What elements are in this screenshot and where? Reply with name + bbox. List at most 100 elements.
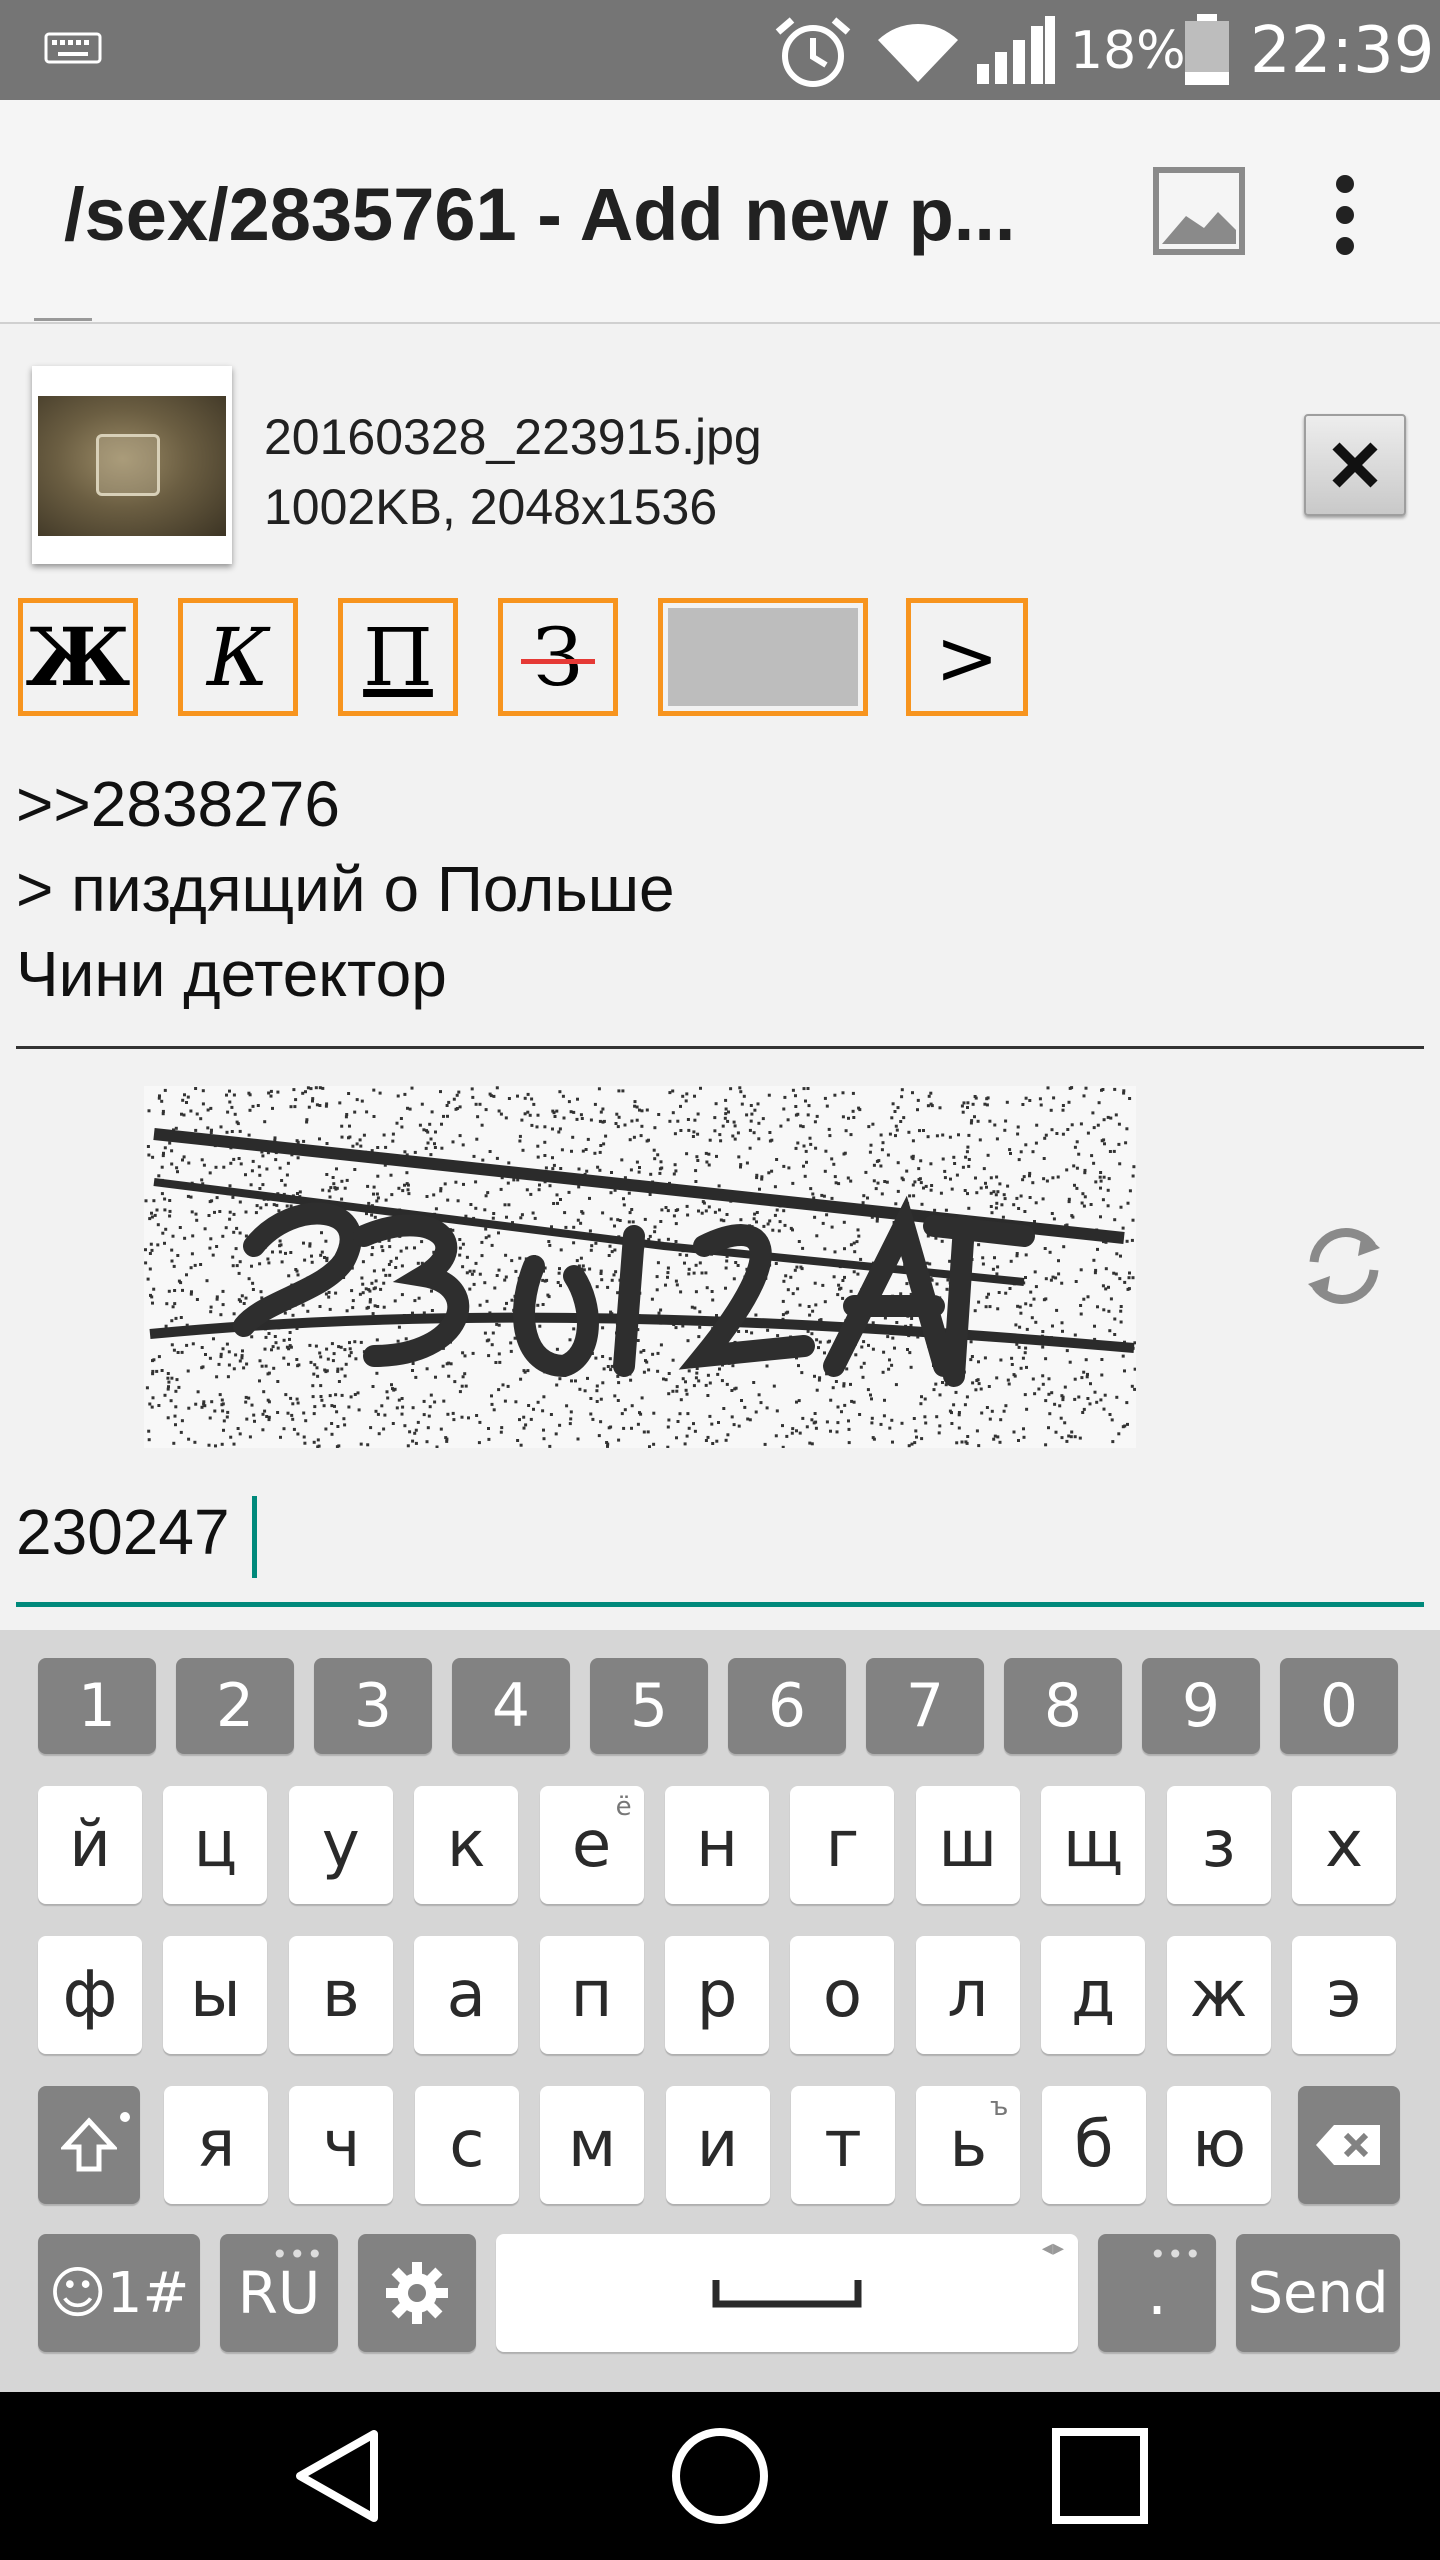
number-key[interactable]: 6 <box>728 1658 846 1754</box>
key-label: 9 <box>1181 1671 1221 1741</box>
number-key[interactable]: 4 <box>452 1658 570 1754</box>
letter-key[interactable]: в <box>288 1936 393 2054</box>
letter-key[interactable]: н <box>665 1786 769 1904</box>
number-key[interactable]: 5 <box>590 1658 708 1754</box>
italic-label: К <box>207 610 269 704</box>
letter-key[interactable]: р <box>665 1936 769 2054</box>
key-label: м <box>568 2108 617 2182</box>
back-icon[interactable] <box>282 2426 402 2526</box>
number-key[interactable]: 0 <box>1280 1658 1398 1754</box>
number-key[interactable]: 3 <box>314 1658 432 1754</box>
italic-button[interactable]: К <box>178 598 298 716</box>
letter-key[interactable]: ъь <box>916 2086 1021 2204</box>
letter-key[interactable]: о <box>790 1936 895 2054</box>
captcha-input-value: 230247 <box>16 1496 230 1568</box>
more-vert-icon[interactable] <box>1320 170 1370 260</box>
language-key[interactable]: ••• RU <box>220 2234 338 2352</box>
key-label: о <box>822 1958 862 2032</box>
letter-key[interactable]: к <box>414 1786 519 1904</box>
shift-key[interactable] <box>38 2086 140 2204</box>
backspace-key[interactable] <box>1298 2086 1400 2204</box>
send-label: Send <box>1247 2260 1389 2326</box>
letter-key[interactable]: ж <box>1166 1936 1271 2054</box>
captcha-image[interactable] <box>144 1086 1136 1448</box>
key-label: у <box>321 1808 360 1882</box>
letter-key[interactable]: д <box>1041 1936 1146 2054</box>
key-label: 8 <box>1043 1671 1083 1741</box>
letter-key[interactable]: а <box>414 1936 519 2054</box>
symbols-label: ☺1# <box>48 2260 190 2326</box>
letter-key[interactable]: м <box>540 2086 645 2204</box>
letter-key[interactable]: э <box>1292 1936 1396 2054</box>
letter-key[interactable]: ц <box>163 1786 268 1904</box>
key-label: г <box>825 1808 860 1882</box>
refresh-captcha-icon[interactable] <box>1296 1218 1392 1314</box>
number-key[interactable]: 1 <box>38 1658 156 1754</box>
key-label: 4 <box>491 1671 531 1741</box>
comment-field[interactable]: >>2838276 > пиздящий о Польше Чини детек… <box>16 762 1424 1017</box>
recents-icon[interactable] <box>1040 2426 1160 2526</box>
key-label: д <box>1071 1958 1116 2032</box>
signal-icon <box>977 16 1055 84</box>
letter-key[interactable]: ш <box>915 1786 1020 1904</box>
number-key[interactable]: 8 <box>1004 1658 1122 1754</box>
number-key[interactable]: 2 <box>176 1658 294 1754</box>
letter-key[interactable]: ёе <box>539 1786 644 1904</box>
spoiler-button[interactable] <box>658 598 868 716</box>
app-bar: /sex/2835761 - Add new p... <box>0 100 1440 324</box>
attachment-thumbnail[interactable] <box>32 366 232 564</box>
captcha-picture <box>144 1086 1136 1448</box>
key-label: 3 <box>353 1671 393 1741</box>
clock: 22:39 <box>1250 14 1435 88</box>
gear-icon <box>386 2262 448 2324</box>
letter-key[interactable]: й <box>38 1786 142 1904</box>
space-arrows: ◂▸ <box>1041 2236 1064 2261</box>
attachment-file-name: 20160328_223915.jpg <box>264 409 762 465</box>
thumbnail-image <box>38 396 226 536</box>
letter-key[interactable]: ф <box>38 1936 142 2054</box>
key-label: ы <box>190 1958 241 2032</box>
letter-key[interactable]: б <box>1041 2086 1146 2204</box>
key-label: ч <box>322 2108 361 2182</box>
letter-key[interactable]: ч <box>289 2086 394 2204</box>
captcha-input[interactable]: 230247 <box>16 1488 1424 1610</box>
key-label: 1 <box>77 1671 117 1741</box>
number-key[interactable]: 9 <box>1142 1658 1260 1754</box>
letter-key[interactable]: п <box>539 1936 644 2054</box>
strikethrough-button[interactable]: З <box>498 598 618 716</box>
image-icon[interactable] <box>1152 166 1246 256</box>
symbols-key[interactable]: ☺1# <box>38 2234 200 2352</box>
letter-key[interactable]: т <box>791 2086 895 2204</box>
letter-key[interactable]: ю <box>1167 2086 1272 2204</box>
bold-button[interactable]: Ж <box>18 598 138 716</box>
letter-key[interactable]: я <box>164 2086 268 2204</box>
key-label: й <box>69 1808 111 1882</box>
letter-key[interactable]: з <box>1166 1786 1271 1904</box>
settings-key[interactable] <box>358 2234 476 2352</box>
key-label: л <box>947 1958 989 2032</box>
letter-key[interactable]: х <box>1292 1786 1396 1904</box>
key-label: 2 <box>215 1671 255 1741</box>
scroll-edge-mark <box>34 318 92 321</box>
letter-key[interactable]: ы <box>163 1936 268 2054</box>
number-key[interactable]: 7 <box>866 1658 984 1754</box>
letter-key[interactable]: г <box>790 1786 895 1904</box>
comment-underline <box>16 1046 1424 1049</box>
battery-icon <box>1185 14 1229 85</box>
letter-key[interactable]: щ <box>1041 1786 1146 1904</box>
letter-key[interactable]: и <box>665 2086 770 2204</box>
battery-percent: 18% <box>1070 21 1186 81</box>
space-key[interactable]: ◂▸ <box>496 2234 1078 2352</box>
key-label: ц <box>193 1808 238 1882</box>
key-label: в <box>321 1958 360 2032</box>
letter-key[interactable]: с <box>414 2086 519 2204</box>
period-key[interactable]: ••• . <box>1098 2234 1216 2352</box>
letter-key[interactable]: л <box>915 1936 1020 2054</box>
letter-key[interactable]: у <box>288 1786 393 1904</box>
underline-button[interactable]: П <box>338 598 458 716</box>
strike-line <box>521 659 595 664</box>
quote-button[interactable]: > <box>906 598 1028 716</box>
home-icon[interactable] <box>660 2426 780 2526</box>
remove-attachment-button[interactable] <box>1304 414 1406 516</box>
send-key[interactable]: Send <box>1236 2234 1400 2352</box>
